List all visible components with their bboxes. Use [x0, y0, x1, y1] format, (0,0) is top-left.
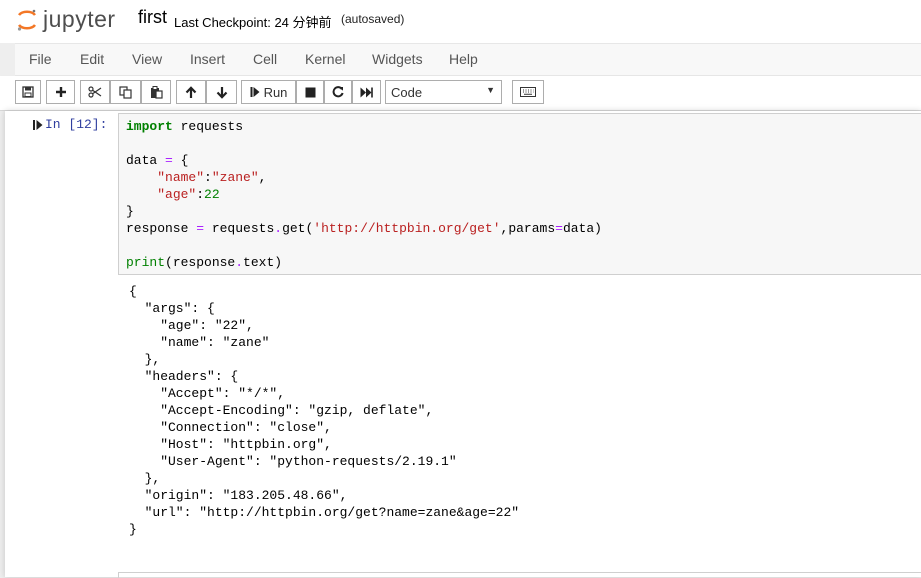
- cell-type-value: Code: [391, 85, 423, 100]
- menubar: File Edit View Insert Cell Kernel Widget…: [15, 43, 921, 76]
- menu-help[interactable]: Help: [449, 51, 478, 67]
- checkpoint-status: Last Checkpoint: 24 分钟前: [174, 15, 332, 30]
- notebook-page: In [12]: import requests data = { "name"…: [5, 111, 921, 578]
- copy-icon: [119, 85, 132, 99]
- save-icon: [22, 86, 34, 98]
- menu-edit[interactable]: Edit: [80, 51, 104, 67]
- code-text: ,params: [500, 221, 556, 236]
- string-literal: "age": [157, 187, 197, 202]
- jupyter-logo[interactable]: jupyter: [17, 6, 127, 36]
- restart-button[interactable]: [324, 80, 352, 104]
- menu-file[interactable]: File: [29, 51, 52, 67]
- toolbar: Run Code ▼: [0, 76, 921, 111]
- cut-icon: [88, 86, 102, 98]
- code-text: get(: [282, 221, 314, 236]
- next-cell[interactable]: [118, 572, 921, 578]
- code-text: {: [172, 153, 189, 168]
- command-palette-button[interactable]: [512, 80, 544, 104]
- move-up-button[interactable]: [176, 80, 206, 104]
- copy-button[interactable]: [110, 80, 141, 104]
- code-text: :: [196, 187, 205, 202]
- restart-run-all-button[interactable]: [352, 80, 381, 104]
- run-label: Run: [263, 84, 288, 100]
- operator: .: [274, 221, 283, 236]
- insert-cell-button[interactable]: [46, 80, 75, 104]
- plus-icon: [55, 87, 66, 97]
- input-prompt: In [12]:: [45, 117, 108, 132]
- paste-button[interactable]: [141, 80, 171, 104]
- menu-view[interactable]: View: [132, 51, 162, 67]
- interrupt-button[interactable]: [296, 80, 324, 104]
- cell-type-select[interactable]: Code ▼: [385, 80, 502, 104]
- notebook-name[interactable]: first: [138, 7, 167, 28]
- code-text: data): [562, 221, 602, 236]
- fast-forward-icon: [360, 87, 373, 97]
- code-text: :: [204, 170, 212, 185]
- paste-icon: [150, 85, 163, 99]
- code-text: response: [126, 221, 197, 236]
- restart-icon: [332, 86, 344, 98]
- arrow-down-icon: [216, 86, 227, 99]
- code-text: (response: [165, 255, 236, 270]
- builtin: print: [126, 255, 166, 270]
- code-editor[interactable]: import requests data = { "name":"zane", …: [126, 118, 602, 271]
- code-text: text): [243, 255, 283, 270]
- keyword: import: [126, 119, 173, 134]
- step-forward-icon[interactable]: [33, 119, 43, 131]
- code-text: }: [126, 204, 134, 219]
- step-forward-icon: [250, 87, 260, 97]
- jupyter-logo-icon: [17, 9, 37, 31]
- run-button[interactable]: Run: [241, 80, 296, 104]
- autosave-status: (autosaved): [341, 12, 405, 26]
- string-literal: 'http://httpbin.org/get': [313, 221, 501, 236]
- operator: =: [196, 221, 205, 236]
- menu-insert[interactable]: Insert: [190, 51, 225, 67]
- code-text: ,: [258, 170, 267, 185]
- string-literal: "name": [157, 170, 205, 185]
- menu-kernel[interactable]: Kernel: [305, 51, 345, 67]
- code-text: requests: [172, 119, 244, 134]
- number-literal: 22: [204, 187, 220, 202]
- operator: =: [555, 221, 563, 236]
- code-text: data: [126, 153, 166, 168]
- save-button[interactable]: [15, 80, 41, 104]
- cell-output: { "args": { "age": "22", "name": "zane" …: [129, 284, 520, 537]
- header: jupyter first Last Checkpoint: 24 分钟前 (a…: [0, 0, 921, 43]
- keyboard-icon: [520, 87, 536, 97]
- code-cell-input[interactable]: import requests data = { "name":"zane", …: [118, 113, 921, 275]
- stop-icon: [305, 87, 315, 97]
- code-text: requests: [204, 221, 275, 236]
- menu-widgets[interactable]: Widgets: [372, 51, 423, 67]
- string-literal: "zane": [211, 170, 259, 185]
- move-down-button[interactable]: [206, 80, 237, 104]
- notebook-area: In [12]: import requests data = { "name"…: [0, 111, 921, 578]
- chevron-down-icon: ▼: [486, 85, 495, 95]
- logo-text: jupyter: [43, 6, 116, 32]
- arrow-up-icon: [185, 85, 197, 98]
- cut-button[interactable]: [80, 80, 110, 104]
- menu-cell[interactable]: Cell: [253, 51, 277, 67]
- operator: =: [165, 153, 173, 168]
- operator: .: [235, 255, 244, 270]
